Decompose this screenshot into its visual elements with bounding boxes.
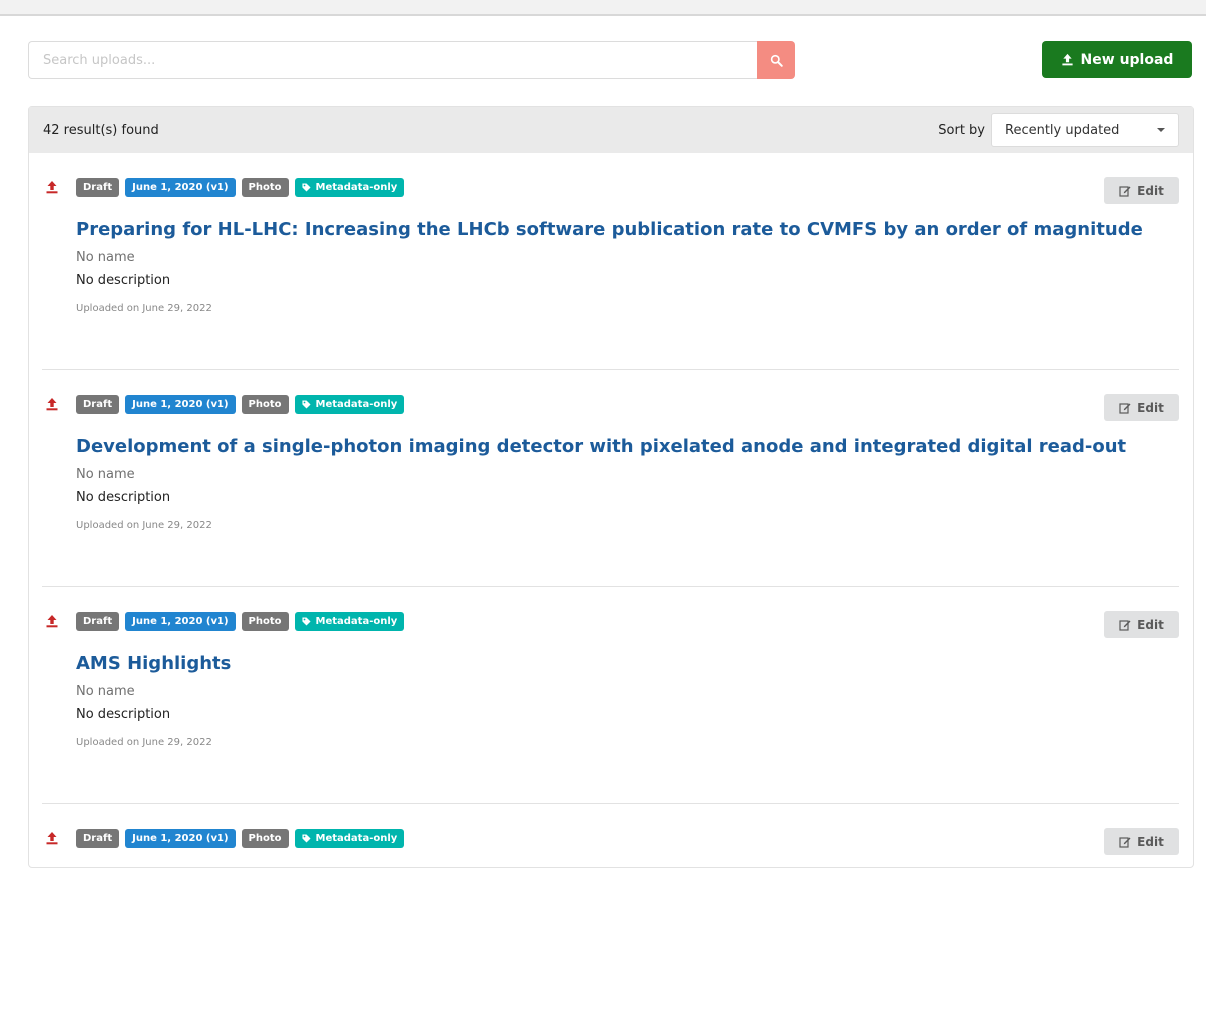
item-labels: Draft June 1, 2020 (v1) Photo Metadata-o… [76, 178, 405, 197]
search-icon [770, 54, 783, 67]
sort-dropdown[interactable]: Recently updated [991, 113, 1179, 147]
upload-item: Draft June 1, 2020 (v1) Photo Metadata-o… [42, 153, 1179, 370]
item-title-link[interactable]: Preparing for HL-LHC: Increasing the LHC… [76, 219, 1143, 240]
upload-icon [45, 179, 59, 194]
item-labels: Draft June 1, 2020 (v1) Photo Metadata-o… [76, 829, 405, 848]
upload-icon [45, 613, 59, 628]
edit-icon [1119, 836, 1131, 848]
edit-icon [1119, 402, 1131, 414]
item-upload-date: Uploaded on June 29, 2022 [76, 303, 212, 314]
upload-item: Draft June 1, 2020 (v1) Photo Metadata-o… [42, 804, 1179, 1020]
upload-item: Draft June 1, 2020 (v1) Photo Metadata-o… [42, 370, 1179, 587]
edit-button[interactable]: Edit [1104, 828, 1179, 855]
status-badge: Draft [76, 395, 120, 414]
upload-icon [45, 396, 59, 411]
type-badge: Photo [241, 395, 289, 414]
access-badge: Metadata-only [294, 395, 405, 414]
edit-button[interactable]: Edit [1104, 177, 1179, 204]
results-header: 42 result(s) found Sort by Recently upda… [29, 107, 1193, 153]
upload-icon [45, 830, 59, 845]
item-title-link[interactable]: AMS Highlights [76, 653, 231, 674]
edit-icon [1119, 185, 1131, 197]
status-badge: Draft [76, 612, 120, 631]
chevron-down-icon [1157, 128, 1165, 132]
access-label: Metadata-only [315, 616, 398, 627]
edit-label: Edit [1137, 617, 1164, 632]
type-badge: Photo [241, 612, 289, 631]
item-upload-date: Uploaded on June 29, 2022 [76, 520, 212, 531]
tag-icon [301, 834, 311, 843]
access-badge: Metadata-only [294, 829, 405, 848]
access-label: Metadata-only [315, 833, 398, 844]
upload-icon [1061, 53, 1074, 66]
search-bar [28, 41, 795, 79]
item-creator: No name [76, 684, 135, 699]
upload-item: Draft June 1, 2020 (v1) Photo Metadata-o… [42, 587, 1179, 804]
tag-icon [301, 617, 311, 626]
version-badge: June 1, 2020 (v1) [125, 829, 236, 848]
status-badge: Draft [76, 178, 120, 197]
item-upload-date: Uploaded on June 29, 2022 [76, 737, 212, 748]
item-title-link[interactable]: Development of a single-photon imaging d… [76, 436, 1126, 457]
access-label: Metadata-only [315, 399, 398, 410]
edit-icon [1119, 619, 1131, 631]
access-label: Metadata-only [315, 182, 398, 193]
edit-label: Edit [1137, 400, 1164, 415]
version-badge: June 1, 2020 (v1) [125, 612, 236, 631]
item-description: No description [76, 490, 171, 505]
item-labels: Draft June 1, 2020 (v1) Photo Metadata-o… [76, 612, 405, 631]
access-badge: Metadata-only [294, 178, 405, 197]
version-badge: June 1, 2020 (v1) [125, 395, 236, 414]
edit-label: Edit [1137, 834, 1164, 849]
results-count: 42 result(s) found [43, 122, 159, 138]
version-badge: June 1, 2020 (v1) [125, 178, 236, 197]
search-input[interactable] [28, 41, 757, 79]
new-upload-button[interactable]: New upload [1042, 41, 1192, 78]
sort-control: Sort by Recently updated [938, 113, 1179, 147]
type-badge: Photo [241, 829, 289, 848]
new-upload-label: New upload [1080, 51, 1174, 68]
edit-label: Edit [1137, 183, 1164, 198]
access-badge: Metadata-only [294, 612, 405, 631]
type-badge: Photo [241, 178, 289, 197]
results-panel: 42 result(s) found Sort by Recently upda… [28, 106, 1194, 868]
sort-label: Sort by [938, 122, 985, 138]
search-button[interactable] [757, 41, 795, 79]
item-description: No description [76, 707, 171, 722]
item-description: No description [76, 273, 171, 288]
status-badge: Draft [76, 829, 120, 848]
item-creator: No name [76, 250, 135, 265]
top-bar [0, 0, 1206, 16]
tag-icon [301, 183, 311, 192]
edit-button[interactable]: Edit [1104, 394, 1179, 421]
item-creator: No name [76, 467, 135, 482]
tag-icon [301, 400, 311, 409]
item-labels: Draft June 1, 2020 (v1) Photo Metadata-o… [76, 395, 405, 414]
edit-button[interactable]: Edit [1104, 611, 1179, 638]
sort-value: Recently updated [1005, 122, 1120, 138]
